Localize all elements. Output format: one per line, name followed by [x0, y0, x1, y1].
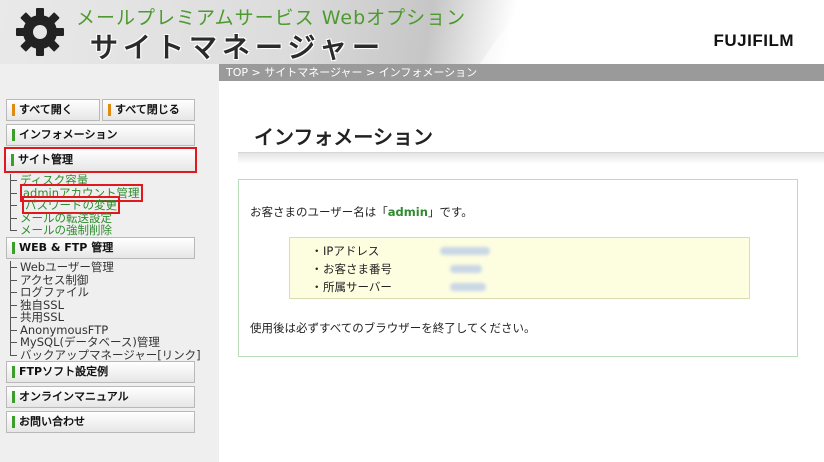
sidebar: すべて開く すべて閉じる インフォメーション サイト管理 ディスク容量 admi…	[0, 64, 219, 462]
tree-line-icon	[8, 273, 18, 287]
header-title: サイトマネージャー	[90, 31, 386, 64]
sidebar-item-manual[interactable]: オンラインマニュアル	[6, 386, 195, 408]
sidebar-item-contact[interactable]: お問い合わせ	[6, 411, 195, 433]
sidebar-item-label: インフォメーション	[19, 128, 118, 141]
username-message: お客さまのユーザー名は「admin」です。	[250, 205, 473, 219]
info-panel: お客さまのユーザー名は「admin」です。 ・IPアドレス ・お客さま番号 ・所…	[238, 179, 798, 357]
tree-line-icon	[8, 348, 18, 362]
green-bar-icon	[12, 416, 15, 428]
redacted-ip-value	[440, 247, 490, 255]
close-all-button[interactable]: すべて閉じる	[102, 99, 195, 121]
title-divider	[238, 152, 824, 164]
green-bar-icon	[12, 242, 15, 254]
detail-row-server: ・所属サーバー	[311, 280, 392, 294]
sidebar-item-information[interactable]: インフォメーション	[6, 124, 195, 146]
tree-line-icon	[8, 323, 18, 337]
tree-line-icon	[8, 224, 18, 237]
orange-bar-icon	[12, 104, 15, 116]
green-bar-icon	[12, 129, 15, 141]
orange-bar-icon	[108, 104, 111, 116]
tree-line-icon	[8, 286, 18, 299]
logout-notice: 使用後は必ずすべてのブラウザーを終了してください。	[250, 321, 536, 335]
username-value: admin	[387, 205, 428, 219]
tree-line-icon	[8, 199, 18, 212]
submenu-item-mail-delete[interactable]: メールの強制削除	[8, 224, 143, 237]
sidebar-item-label: サイト管理	[18, 153, 73, 166]
breadcrumb: TOP > サイトマネージャー > インフォメーション	[219, 64, 824, 81]
tree-line-icon	[8, 211, 18, 225]
sidebar-item-site-admin[interactable]: サイト管理	[4, 147, 197, 173]
account-details-box: ・IPアドレス ・お客さま番号 ・所属サーバー	[289, 237, 750, 299]
sidebar-item-ftp-soft[interactable]: FTPソフト設定例	[6, 361, 195, 383]
redacted-server-name	[450, 283, 486, 291]
web-ftp-submenu: Webユーザー管理 アクセス制御 ログファイル 独自SSL 共用SSL Anon…	[8, 261, 201, 361]
tree-line-icon	[8, 298, 18, 312]
fujifilm-logo: FUJIFILM	[713, 31, 794, 50]
detail-row-ip: ・IPアドレス	[311, 244, 380, 258]
open-all-label: すべて開く	[19, 103, 73, 116]
green-bar-icon	[11, 154, 14, 166]
green-bar-icon	[12, 391, 15, 403]
tree-line-icon	[8, 174, 18, 187]
redacted-customer-number	[450, 265, 482, 273]
tree-line-icon	[8, 336, 18, 349]
tree-line-icon	[8, 311, 18, 324]
app-header: メールプレミアムサービス Webオプション サイトマネージャー FUJIFILM	[0, 0, 824, 64]
close-all-label: すべて閉じる	[115, 103, 180, 116]
site-admin-submenu: ディスク容量 adminアカウント管理 パスワードの変更 メールの転送設定 メー…	[8, 174, 143, 237]
detail-row-customer-number: ・お客さま番号	[311, 262, 392, 276]
gear-icon	[16, 8, 64, 56]
tree-line-icon	[8, 186, 18, 200]
sidebar-item-web-ftp[interactable]: WEB & FTP 管理	[6, 237, 195, 259]
open-all-button[interactable]: すべて開く	[6, 99, 100, 121]
tree-line-icon	[8, 261, 18, 274]
sidebar-item-label: お問い合わせ	[19, 415, 85, 428]
green-bar-icon	[12, 366, 15, 378]
sidebar-item-label: オンラインマニュアル	[19, 390, 129, 403]
page-title: インフォメーション	[254, 125, 433, 149]
submenu-item-backup-manager[interactable]: バックアップマネージャー[リンク]	[8, 348, 201, 362]
sidebar-item-label: WEB & FTP 管理	[19, 241, 114, 254]
sidebar-item-label: FTPソフト設定例	[19, 365, 109, 378]
